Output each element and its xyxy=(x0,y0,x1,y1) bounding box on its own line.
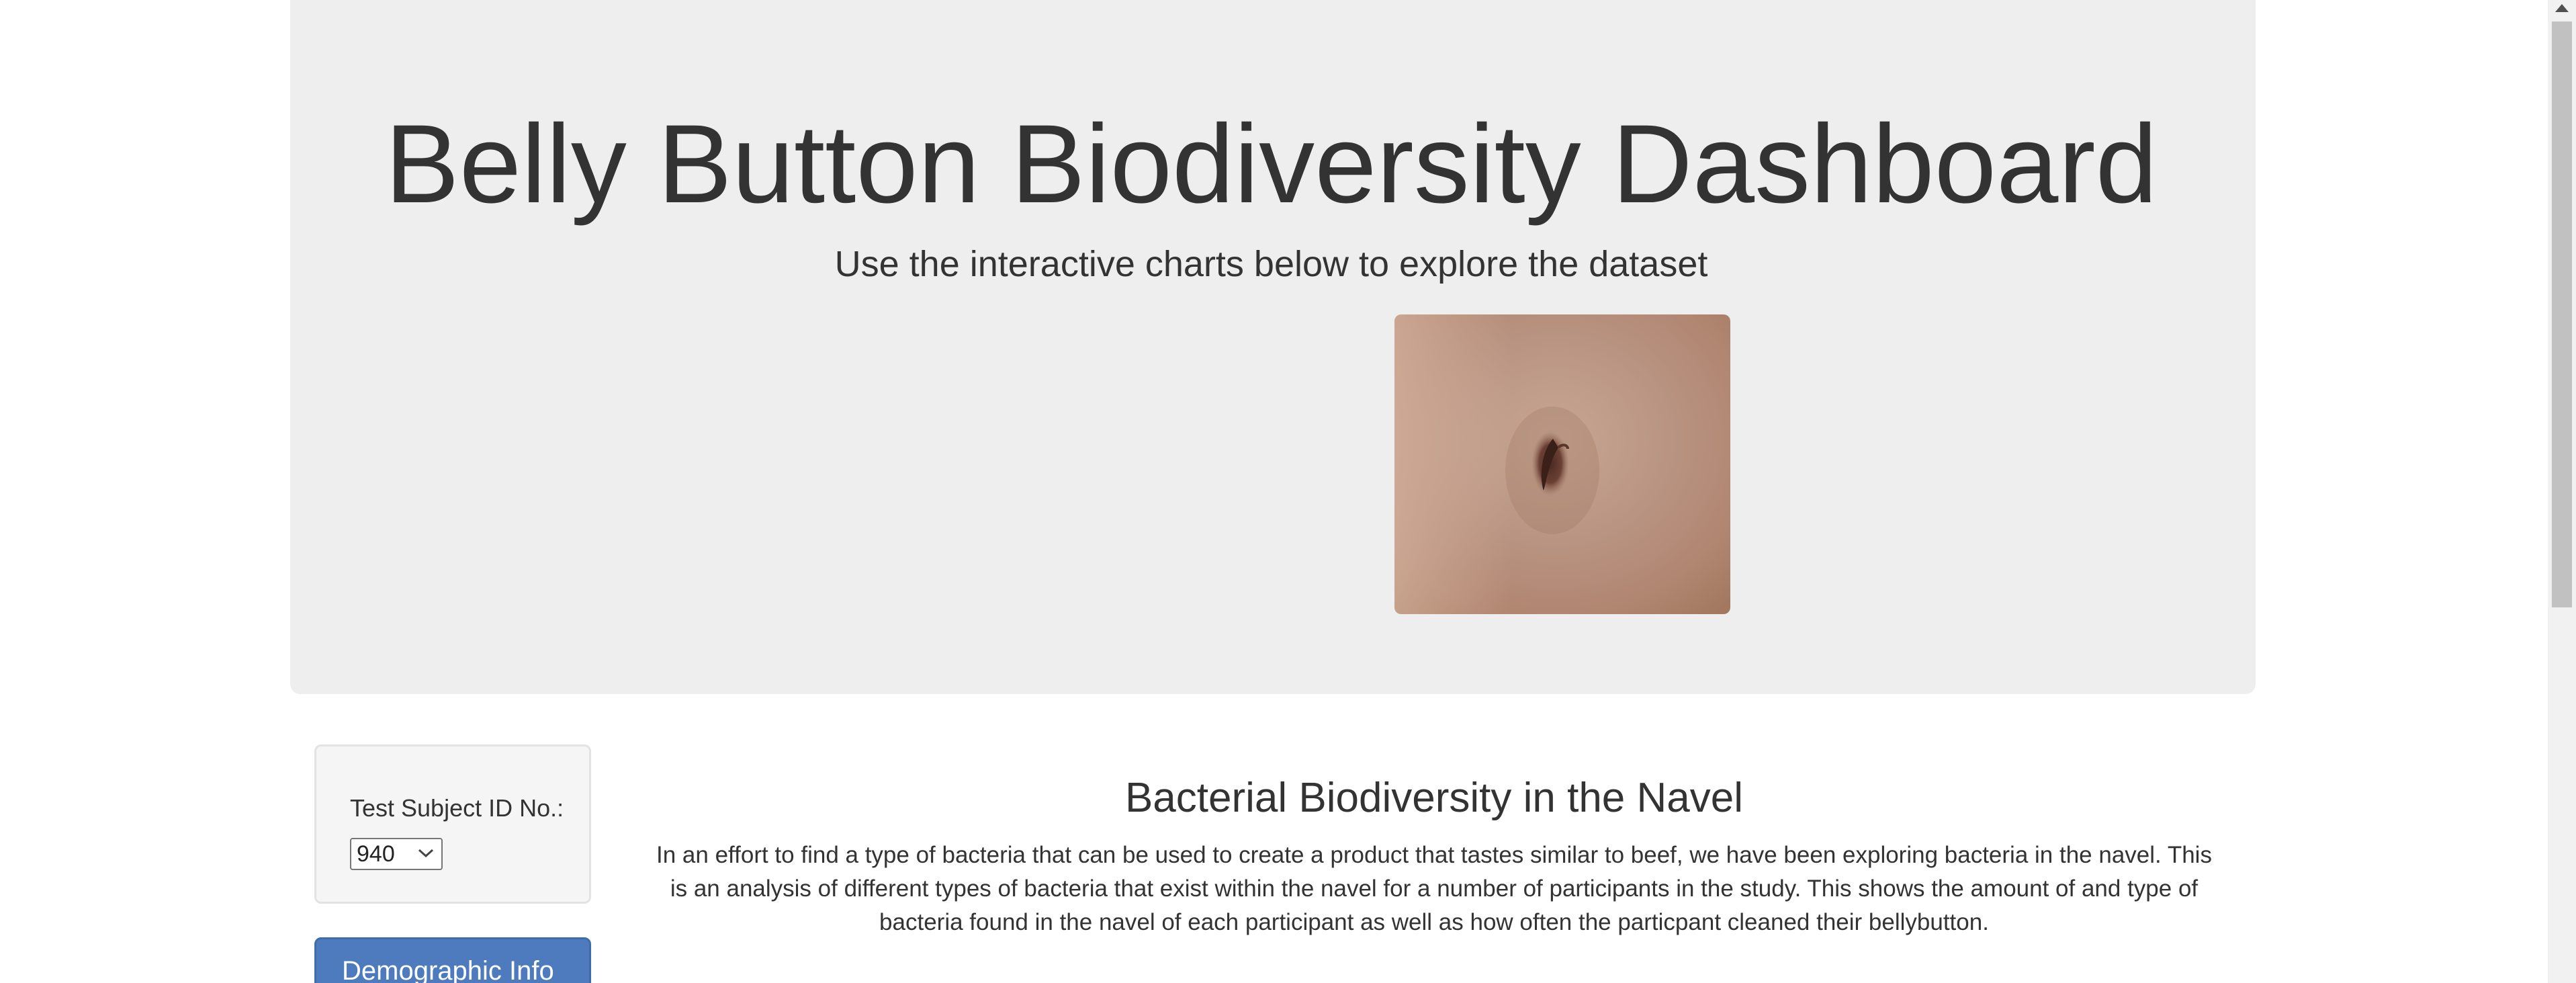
demographic-info-title: Demographic Info xyxy=(342,956,554,983)
subject-id-dropdown[interactable]: 940 xyxy=(350,838,443,870)
navel-photo-image xyxy=(1394,314,1730,614)
section-description: In an effort to find a type of bacteria … xyxy=(656,842,2212,935)
subject-selector-well: Test Subject ID No.: 940 xyxy=(314,744,591,904)
vertical-scrollbar[interactable] xyxy=(2548,0,2576,983)
scrollbar-thumb[interactable] xyxy=(2552,22,2572,607)
subject-id-selected-value: 940 xyxy=(357,841,395,867)
demographic-info-panel: Demographic Info xyxy=(314,937,591,983)
section-title: Bacterial Biodiversity in the Navel xyxy=(1124,775,1744,821)
chevron-down-icon xyxy=(418,849,434,858)
subject-id-label: Test Subject ID No.: xyxy=(350,794,564,822)
page-title: Belly Button Biodiversity Dashboard xyxy=(385,102,2158,226)
jumbotron-header: Belly Button Biodiversity Dashboard Use … xyxy=(290,0,2256,694)
page: Belly Button Biodiversity Dashboard Use … xyxy=(0,0,2576,983)
page-subtitle: Use the interactive charts below to expl… xyxy=(834,244,1708,284)
scroll-up-arrow-icon[interactable] xyxy=(2555,4,2569,12)
